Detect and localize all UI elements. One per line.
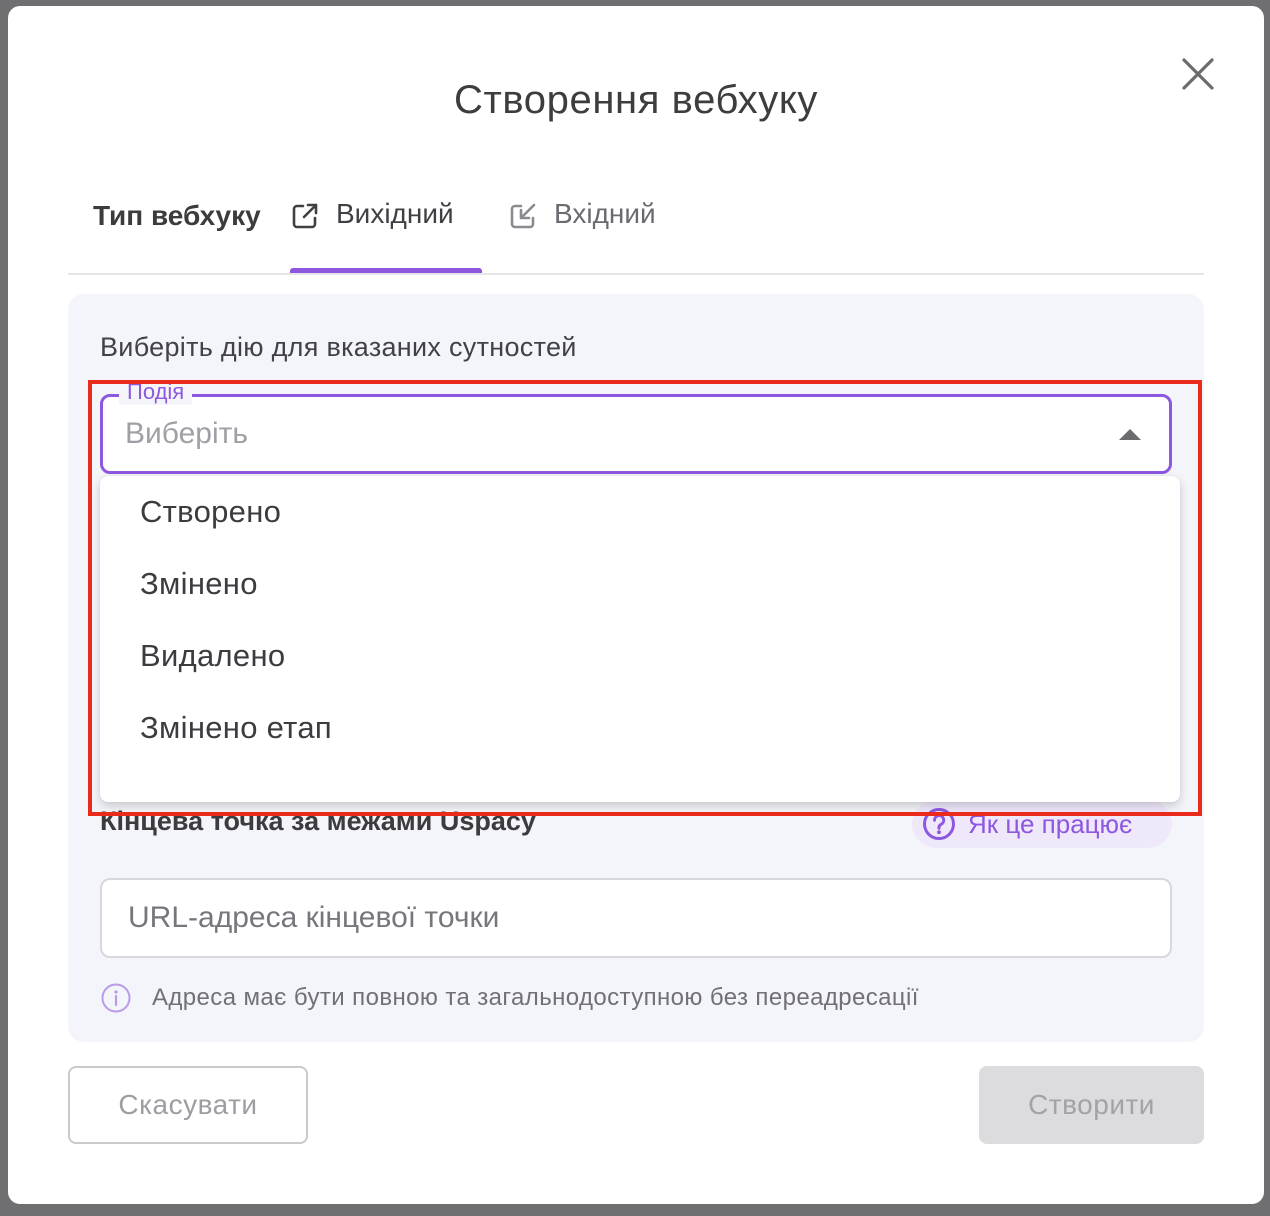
tab-incoming[interactable]: Вхідний (508, 186, 708, 272)
endpoint-heading: Кінцева точка за межами Uspacy (100, 806, 536, 836)
how-it-works-label: Як це працює (968, 808, 1133, 839)
endpoint-hint-text: Адреса має бути повною та загальнодоступ… (152, 984, 919, 1011)
event-option-stage-changed[interactable]: Змінено етап (100, 692, 1180, 764)
webhook-type-label: Тип вебхуку (93, 200, 261, 231)
webhook-type-tabs: Тип вебхуку Вихідний Вхідний (68, 186, 1204, 275)
event-option-deleted[interactable]: Видалено (100, 620, 1180, 692)
event-select-placeholder: Виберіть (125, 417, 249, 450)
close-icon (1182, 58, 1214, 90)
modal-title: Створення вебхуку (453, 78, 819, 122)
question-icon (923, 808, 955, 840)
create-webhook-modal: Створення вебхуку Тип вебхуку Вихідний В… (8, 6, 1264, 1204)
event-option-changed[interactable]: Змінено (100, 548, 1180, 620)
tab-incoming-label: Вхідний (554, 198, 656, 229)
tab-outgoing-label: Вихідний (336, 198, 454, 229)
external-link-icon (292, 203, 318, 229)
tab-outgoing[interactable]: Вихідний (290, 186, 482, 272)
close-button[interactable] (1178, 54, 1218, 94)
event-select-legend: Подія (119, 379, 193, 405)
endpoint-url-input[interactable] (100, 878, 1172, 958)
event-option-created[interactable]: Створено (100, 476, 1180, 548)
event-select[interactable]: Подія Виберіть (100, 379, 1172, 474)
how-it-works-button[interactable]: Як це працює (912, 800, 1172, 848)
incoming-arrow-icon (510, 203, 536, 229)
caret-up-icon (1119, 429, 1141, 440)
create-button[interactable]: Створити (979, 1066, 1204, 1144)
event-options-menu: Створено Змінено Видалено Змінено етап (100, 476, 1180, 802)
info-icon (101, 983, 131, 1013)
endpoint-hint: Адреса має бути повною та загальнодоступ… (100, 982, 919, 1014)
tabs-divider (68, 273, 1204, 275)
event-section-heading: Виберіть дію для вказаних сутностей (100, 332, 577, 362)
cancel-button[interactable]: Скасувати (68, 1066, 308, 1144)
